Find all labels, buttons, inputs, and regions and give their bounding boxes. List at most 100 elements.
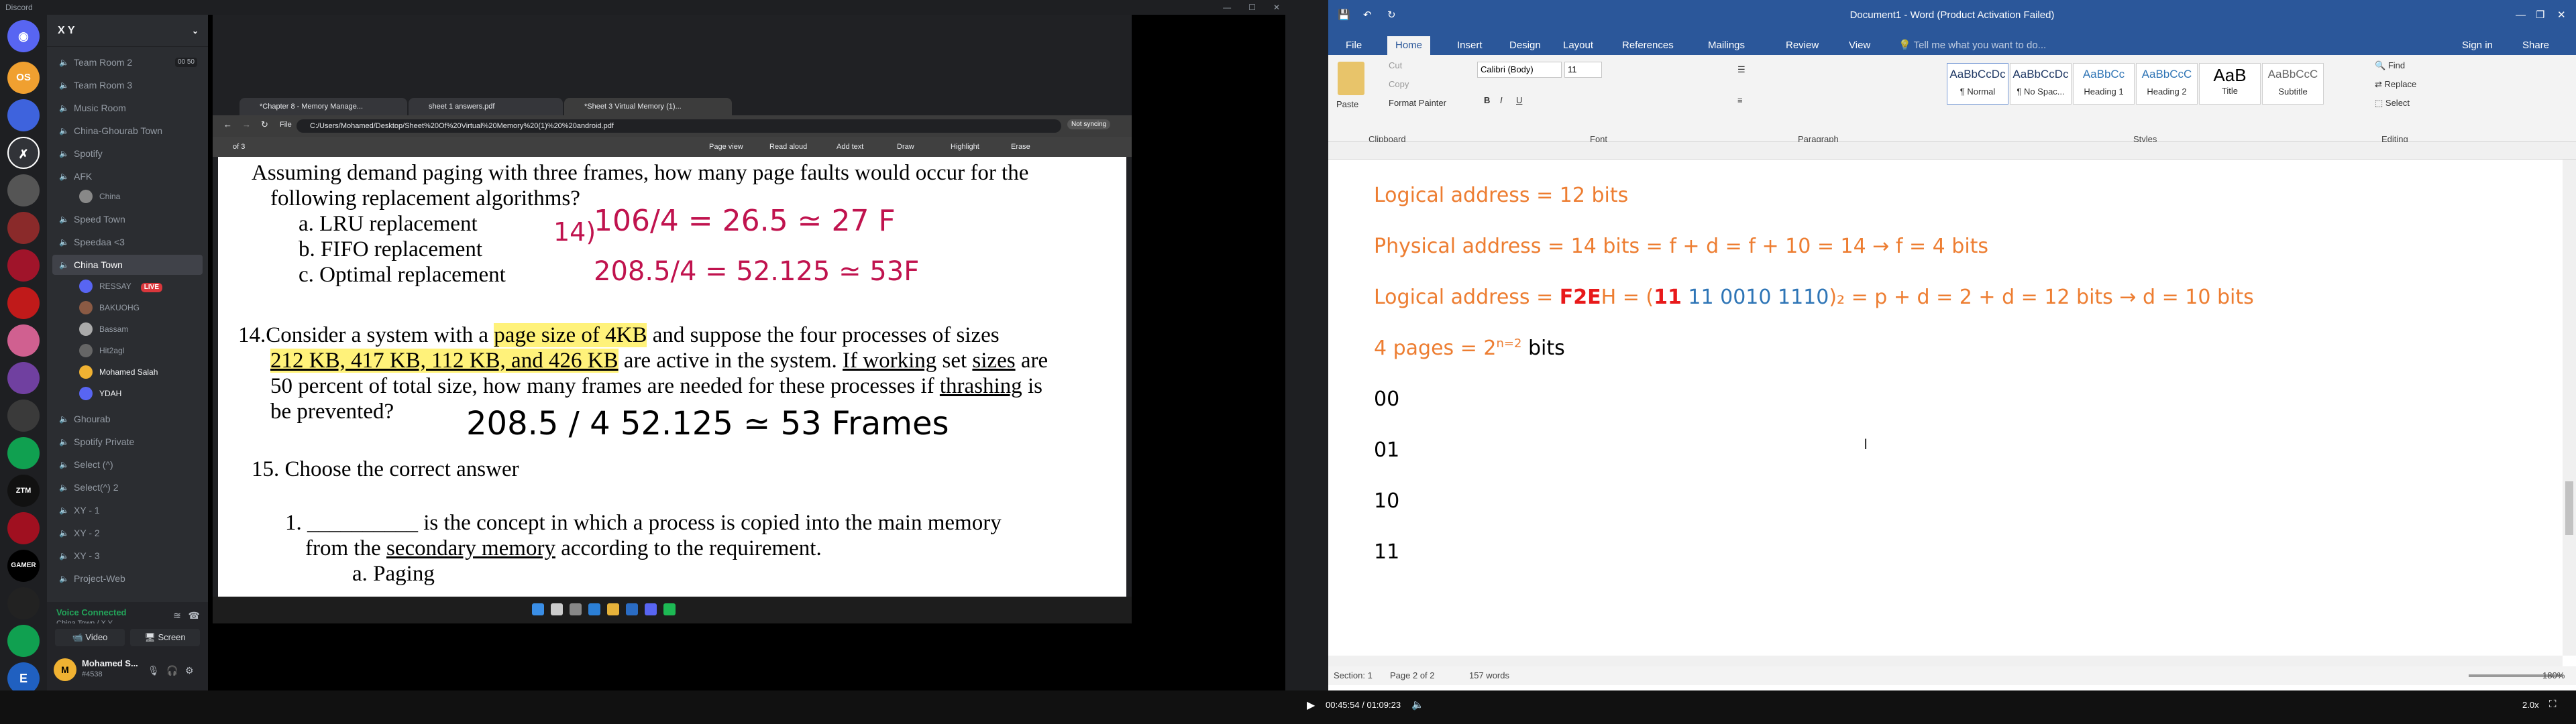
video-button[interactable]: 📹 Video: [55, 629, 125, 646]
avatar[interactable]: M: [54, 658, 76, 681]
select-button[interactable]: ⬚ Select: [2375, 98, 2410, 109]
ruler[interactable]: [1328, 142, 2576, 160]
vertical-scrollbar[interactable]: [2563, 160, 2576, 656]
maximize-icon[interactable]: ☐: [1248, 0, 1256, 15]
draw-button[interactable]: Draw: [897, 137, 914, 157]
server-icon[interactable]: [7, 437, 40, 469]
voice-channel[interactable]: 🔈 Speed Town: [52, 209, 203, 229]
voice-channel[interactable]: 🔈 Music Room: [52, 98, 203, 118]
server-gamer[interactable]: GAMER: [7, 550, 40, 582]
voice-user[interactable]: Hit2agl: [76, 341, 203, 361]
tab-mailings[interactable]: Mailings: [1708, 36, 1745, 55]
share-button[interactable]: Share: [2522, 36, 2549, 55]
restore-icon[interactable]: ❐: [2536, 0, 2544, 31]
underline-button[interactable]: U: [1516, 95, 1522, 105]
disconnect-icon[interactable]: ☎: [189, 610, 200, 621]
align-left-icon[interactable]: ≡: [1737, 95, 1743, 105]
fullscreen-icon[interactable]: ⛶: [2549, 699, 2557, 710]
voice-channel[interactable]: 🔈 China-Ghourab Town: [52, 121, 203, 141]
refresh-icon[interactable]: ↻: [261, 119, 268, 130]
voice-channel[interactable]: 🔈 Speedaa <3: [52, 232, 203, 252]
server-icon[interactable]: [7, 362, 40, 394]
word-count[interactable]: 157 words: [1469, 666, 1509, 685]
server-icon[interactable]: [7, 625, 40, 657]
page-indicator[interactable]: Page 2 of 2: [1390, 666, 1435, 685]
volume-icon[interactable]: 🔈: [1411, 699, 1424, 711]
add-text-button[interactable]: Add text: [837, 137, 863, 157]
clipboard-icon[interactable]: [1338, 62, 1364, 95]
sync-status[interactable]: Not syncing: [1067, 119, 1111, 129]
server-icon[interactable]: [7, 324, 40, 357]
read-aloud-button[interactable]: Read aloud: [769, 137, 807, 157]
headphones-icon[interactable]: 🎧: [166, 665, 178, 676]
style-normal[interactable]: AaBbCcDc ¶ Normal: [1947, 63, 2008, 105]
voice-channel[interactable]: 🔈 Team Room 3: [52, 75, 203, 95]
forward-icon[interactable]: →: [242, 119, 251, 129]
server-xy[interactable]: ✗: [7, 137, 40, 169]
tab-design[interactable]: Design: [1509, 36, 1541, 55]
noise-suppression-icon[interactable]: ≋: [173, 610, 181, 621]
playback-speed[interactable]: 2.0x: [2522, 700, 2539, 710]
gear-icon[interactable]: ⚙: [185, 665, 194, 676]
bold-button[interactable]: B: [1484, 95, 1490, 105]
minimize-icon[interactable]: —: [2516, 0, 2526, 31]
server-e[interactable]: E: [7, 662, 40, 695]
bullets-icon[interactable]: ☰: [1737, 64, 1746, 75]
server-icon[interactable]: [7, 587, 40, 619]
voice-channel[interactable]: 🔈 Project-Web: [52, 568, 203, 589]
minimize-icon[interactable]: —: [1223, 0, 1231, 15]
sign-in-link[interactable]: Sign in: [2462, 36, 2493, 55]
microphone-icon[interactable]: 🎙: [148, 665, 160, 676]
server-icon[interactable]: [7, 99, 40, 131]
format-painter-button[interactable]: Format Painter: [1389, 98, 1446, 108]
server-icon[interactable]: [7, 512, 40, 544]
voice-user[interactable]: YDAH: [76, 383, 203, 404]
tab-file[interactable]: File: [1346, 36, 1362, 55]
tab-references[interactable]: References: [1622, 36, 1674, 55]
voice-channel[interactable]: 🔈 Select (^): [52, 455, 203, 475]
scroll-thumb[interactable]: [2565, 481, 2573, 535]
server-ztm[interactable]: ZTM: [7, 475, 40, 507]
voice-user[interactable]: China: [76, 186, 203, 206]
close-icon[interactable]: ✕: [2557, 0, 2566, 31]
discord-home-icon[interactable]: ◉: [7, 20, 40, 52]
copy-button[interactable]: Copy: [1389, 79, 1409, 89]
voice-channel[interactable]: 🔈 Spotify: [52, 143, 203, 164]
style-title[interactable]: AaB Title: [2199, 63, 2261, 105]
tell-me-input[interactable]: 💡 Tell me what you want to do...: [1898, 36, 2046, 55]
server-os[interactable]: OS: [7, 62, 40, 94]
style-heading-1[interactable]: AaBbCc Heading 1: [2073, 63, 2135, 105]
voice-channel[interactable]: 🔈 Select(^) 2: [52, 477, 203, 497]
voice-channel[interactable]: 🔈 Spotify Private: [52, 432, 203, 452]
voice-channel-active[interactable]: 🔈 China Town: [52, 255, 203, 275]
server-icon[interactable]: [7, 287, 40, 319]
tab-review[interactable]: Review: [1786, 36, 1819, 55]
voice-channel[interactable]: 🔈 XY - 3: [52, 546, 203, 566]
tab-insert[interactable]: Insert: [1457, 36, 1483, 55]
voice-user[interactable]: RESSAY LIVE: [76, 276, 203, 296]
highlight-button[interactable]: Highlight: [951, 137, 979, 157]
server-icon[interactable]: [7, 174, 40, 206]
voice-channel[interactable]: 🔈 XY - 2: [52, 523, 203, 543]
voice-channel[interactable]: 🔈 Ghourab: [52, 409, 203, 429]
tab-view[interactable]: View: [1849, 36, 1870, 55]
italic-button[interactable]: I: [1500, 95, 1503, 105]
page-view-button[interactable]: Page view: [709, 137, 743, 157]
erase-button[interactable]: Erase: [1011, 137, 1030, 157]
horizontal-scrollbar[interactable]: [1328, 656, 2563, 666]
voice-user[interactable]: Mohamed Salah: [76, 362, 203, 382]
voice-channel[interactable]: 🔈 AFK: [52, 166, 203, 186]
server-icon[interactable]: [7, 400, 40, 432]
find-button[interactable]: 🔍 Find: [2375, 60, 2405, 71]
browser-tab-active[interactable]: *Sheet 3 Virtual Memory (1)...: [564, 98, 732, 115]
replace-button[interactable]: ⇄ Replace: [2375, 79, 2416, 90]
play-icon[interactable]: ▶: [1307, 699, 1315, 712]
browser-tab[interactable]: sheet 1 answers.pdf: [409, 98, 563, 115]
tab-home[interactable]: Home: [1387, 36, 1431, 55]
tab-layout[interactable]: Layout: [1563, 36, 1593, 55]
voice-user[interactable]: Bassam: [76, 319, 203, 339]
close-icon[interactable]: ✕: [1273, 0, 1280, 15]
style-subtitle[interactable]: AaBbCcC Subtitle: [2262, 63, 2324, 105]
zoom-level[interactable]: 180%: [2542, 666, 2565, 685]
style-no-spacing[interactable]: AaBbCcDc ¶ No Spac...: [2010, 63, 2072, 105]
